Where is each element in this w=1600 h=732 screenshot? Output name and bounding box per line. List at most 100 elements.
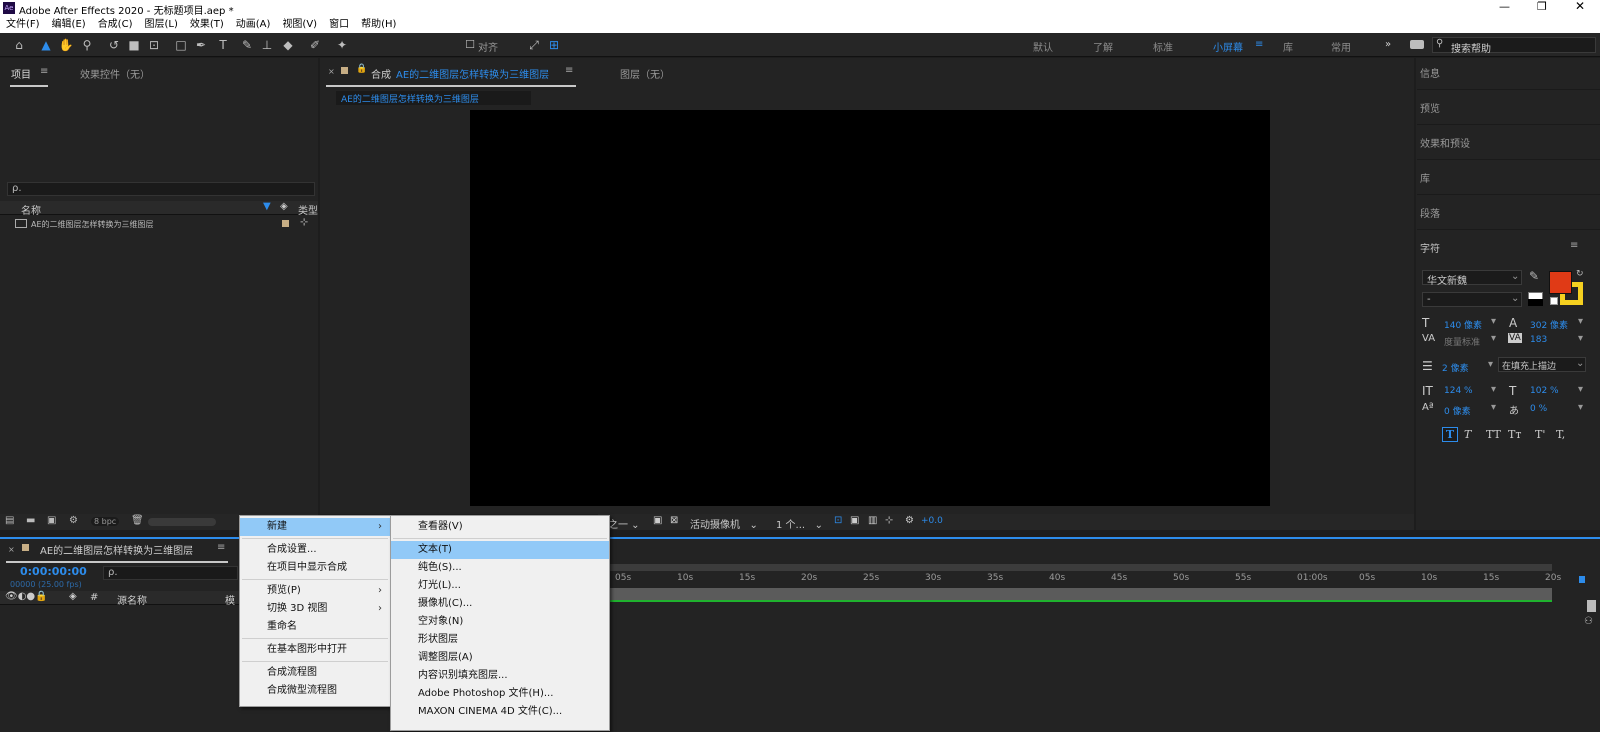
- swap-colors-icon[interactable]: ↻: [1576, 269, 1584, 279]
- snap-icon[interactable]: ⤢: [526, 37, 542, 53]
- superscript-button[interactable]: T': [1535, 428, 1545, 441]
- column-name[interactable]: 名称: [21, 202, 41, 217]
- fill-color-swatch[interactable]: [1549, 271, 1572, 294]
- comp-viewer-area[interactable]: [320, 108, 1414, 514]
- font-style-select[interactable]: - ⌄: [1422, 292, 1522, 307]
- timeline-icon[interactable]: ▥: [868, 515, 877, 526]
- menu-item-reveal-in-project[interactable]: 在项目中显示合成: [240, 559, 390, 577]
- av-switches-icon[interactable]: 👁◐●🔒: [5, 591, 48, 602]
- sort-chevron-icon[interactable]: ▼: [263, 201, 271, 212]
- menu-item-rename[interactable]: 重命名: [240, 618, 390, 636]
- exposure-value[interactable]: +0.0: [921, 516, 943, 526]
- work-area-bar[interactable]: [598, 564, 1552, 571]
- bpc-button[interactable]: 8 bpc: [91, 517, 120, 526]
- brush-tool-icon[interactable]: ✎: [239, 37, 255, 53]
- work-area-end-handle[interactable]: [1579, 576, 1585, 583]
- minimize-icon[interactable]: —: [1499, 0, 1510, 13]
- chevron-down-icon[interactable]: ▾: [1488, 359, 1493, 370]
- column-type[interactable]: 类型: [298, 202, 318, 217]
- help-search-input[interactable]: 搜索帮助: [1451, 40, 1491, 55]
- chevron-down-icon[interactable]: ▾: [1578, 333, 1583, 344]
- delete-icon[interactable]: 🗑: [131, 515, 144, 526]
- tracking-value[interactable]: 183: [1530, 335, 1547, 345]
- baseline-shift-value[interactable]: 0 像素: [1444, 404, 1471, 417]
- sync-settings-icon[interactable]: [1410, 40, 1424, 49]
- close-tab-icon[interactable]: ×: [328, 67, 335, 76]
- toggle-pixel-aspect-icon[interactable]: ⊡: [834, 515, 842, 526]
- column-hash[interactable]: #: [90, 592, 98, 603]
- panel-info[interactable]: 信息: [1420, 65, 1440, 80]
- chevron-down-icon[interactable]: ▾: [1491, 384, 1496, 395]
- submenu-item-solid[interactable]: 纯色(S)...: [391, 559, 609, 577]
- menu-effect[interactable]: 效果(T): [184, 17, 230, 32]
- project-scrollbar[interactable]: [148, 518, 216, 526]
- menu-help[interactable]: 帮助(H): [355, 17, 402, 32]
- menu-item-comp-flowchart[interactable]: 合成流程图: [240, 664, 390, 682]
- comp-marker-icon[interactable]: ⚇: [1584, 616, 1593, 627]
- menu-item-new[interactable]: 新建 ›: [240, 518, 390, 536]
- clone-stamp-tool-icon[interactable]: ⊥: [259, 37, 275, 53]
- menu-composition[interactable]: 合成(C): [92, 17, 139, 32]
- workspace-learn[interactable]: 了解: [1093, 39, 1113, 54]
- chevron-down-icon[interactable]: ▾: [1491, 333, 1496, 344]
- rectangle-tool-icon[interactable]: □: [173, 37, 189, 53]
- fast-preview-icon[interactable]: ▣: [850, 515, 859, 526]
- align-checkbox-icon[interactable]: ☐: [462, 37, 478, 53]
- kerning-value[interactable]: 度量标准: [1444, 335, 1480, 348]
- camera-select[interactable]: 活动摄像机 ⌄: [690, 516, 758, 531]
- menu-layer[interactable]: 图层(L): [138, 17, 183, 32]
- menu-item-preview[interactable]: 预览(P) ›: [240, 582, 390, 600]
- vertical-scale-value[interactable]: 124 %: [1444, 386, 1473, 396]
- text-tool-icon[interactable]: T: [215, 37, 231, 53]
- zoom-tool-icon[interactable]: ⚲: [79, 37, 95, 53]
- panel-menu-icon[interactable]: ≡: [217, 542, 225, 553]
- tab-project[interactable]: 项目: [11, 66, 31, 81]
- reset-exposure-icon[interactable]: ⚙: [905, 515, 914, 526]
- workspace-library[interactable]: 库: [1283, 39, 1293, 54]
- submenu-item-light[interactable]: 灯光(L)...: [391, 577, 609, 595]
- workspace-menu-icon[interactable]: ≡: [1255, 39, 1263, 50]
- panel-paragraph[interactable]: 段落: [1420, 205, 1440, 220]
- panel-libraries[interactable]: 库: [1420, 170, 1430, 185]
- submenu-item-shape-layer[interactable]: 形状图层: [391, 631, 609, 649]
- small-caps-button[interactable]: Tт: [1508, 428, 1521, 441]
- submenu-item-viewer[interactable]: 查看器(V): [391, 518, 609, 536]
- menu-edit[interactable]: 编辑(E): [46, 17, 92, 32]
- submenu-item-camera[interactable]: 摄像机(C)...: [391, 595, 609, 613]
- eyedropper-icon[interactable]: ✎: [1529, 269, 1539, 283]
- help-search-box[interactable]: ⚲ 搜索帮助: [1432, 37, 1596, 55]
- close-tab-icon[interactable]: ×: [8, 545, 15, 554]
- puppet-tool-icon[interactable]: ✦: [334, 37, 350, 53]
- no-color-icon[interactable]: [1550, 297, 1558, 305]
- menu-item-switch-3d-view[interactable]: 切换 3D 视图 ›: [240, 600, 390, 618]
- workspace-standard[interactable]: 标准: [1153, 39, 1173, 54]
- snap-options-icon[interactable]: ⊞: [546, 37, 562, 53]
- maximize-icon[interactable]: ❐: [1537, 0, 1547, 13]
- submenu-item-null-object[interactable]: 空对象(N): [391, 613, 609, 631]
- timeline-track[interactable]: [598, 588, 1552, 600]
- menu-window[interactable]: 窗口: [323, 17, 355, 32]
- project-search-input[interactable]: ρ.: [7, 182, 315, 196]
- more-workspaces-icon[interactable]: »: [1385, 39, 1391, 50]
- font-family-select[interactable]: 华文新魏 ⌄: [1422, 270, 1522, 287]
- chevron-down-icon[interactable]: ▾: [1578, 316, 1583, 327]
- label-tag-icon[interactable]: ◈: [69, 591, 77, 602]
- submenu-item-content-aware-fill[interactable]: 内容识别填充图层...: [391, 667, 609, 685]
- leading-value[interactable]: 302 像素: [1530, 318, 1568, 331]
- tab-effect-controls[interactable]: 效果控件（无）: [80, 66, 150, 81]
- menu-animation[interactable]: 动画(A): [230, 17, 277, 32]
- workspace-common[interactable]: 常用: [1331, 39, 1351, 54]
- subscript-button[interactable]: T,: [1556, 428, 1565, 441]
- home-icon[interactable]: ⌂: [11, 37, 27, 53]
- comp-canvas[interactable]: [470, 110, 1270, 506]
- pen-tool-icon[interactable]: ✒: [193, 37, 209, 53]
- camera-tool-icon[interactable]: ■: [126, 37, 142, 53]
- project-list-item[interactable]: AE的二维图层怎样转换为三维图层 ⊹: [0, 217, 318, 231]
- roto-brush-tool-icon[interactable]: ✐: [307, 37, 323, 53]
- interpret-footage-icon[interactable]: ▤: [5, 515, 14, 526]
- new-folder-icon[interactable]: ▬: [26, 515, 35, 526]
- tab-layer[interactable]: 图层（无）: [620, 66, 670, 81]
- panel-effects-presets[interactable]: 效果和预设: [1420, 135, 1470, 150]
- stroke-type-select[interactable]: 在填充上描边 ⌄: [1498, 357, 1586, 372]
- transparency-grid-icon[interactable]: ⊠: [670, 515, 678, 526]
